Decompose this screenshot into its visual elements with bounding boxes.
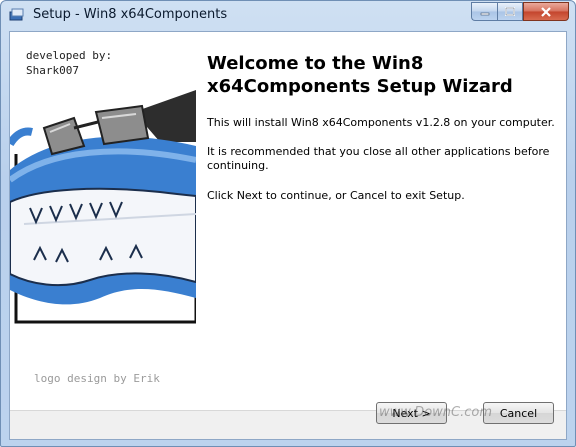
developer-credit: developed by: Shark007 — [26, 49, 113, 77]
wizard-side-panel: developed by: Shark007 logo design by Er… — [10, 32, 196, 410]
welcome-heading: Welcome to the Win8 x64Components Setup … — [207, 53, 513, 97]
shark-mascot-icon — [10, 90, 196, 324]
watermark-text: www.DownC.com — [379, 405, 493, 420]
close-apps-text: It is recommended that you close all oth… — [207, 145, 550, 172]
setup-window: Setup - Win8 x64Components developed by:… — [0, 0, 576, 447]
setup-app-icon — [9, 8, 24, 21]
minimize-icon — [480, 12, 489, 15]
logo-credit: logo design by Erik — [34, 372, 160, 385]
close-icon — [541, 6, 551, 17]
install-info-text: This will install Win8 x64Components v1.… — [207, 116, 555, 129]
wizard-client-area: developed by: Shark007 logo design by Er… — [9, 31, 567, 440]
close-button[interactable] — [523, 2, 569, 21]
maximize-icon — [505, 7, 515, 16]
maximize-button[interactable] — [497, 2, 523, 21]
minimize-button[interactable] — [471, 2, 497, 21]
window-title: Setup - Win8 x64Components — [33, 7, 228, 22]
next-cancel-instructions: Click Next to continue, or Cancel to exi… — [207, 189, 465, 202]
title-bar[interactable]: Setup - Win8 x64Components — [1, 1, 575, 31]
cancel-button[interactable]: Cancel — [483, 402, 554, 424]
caption-buttons — [471, 2, 569, 21]
